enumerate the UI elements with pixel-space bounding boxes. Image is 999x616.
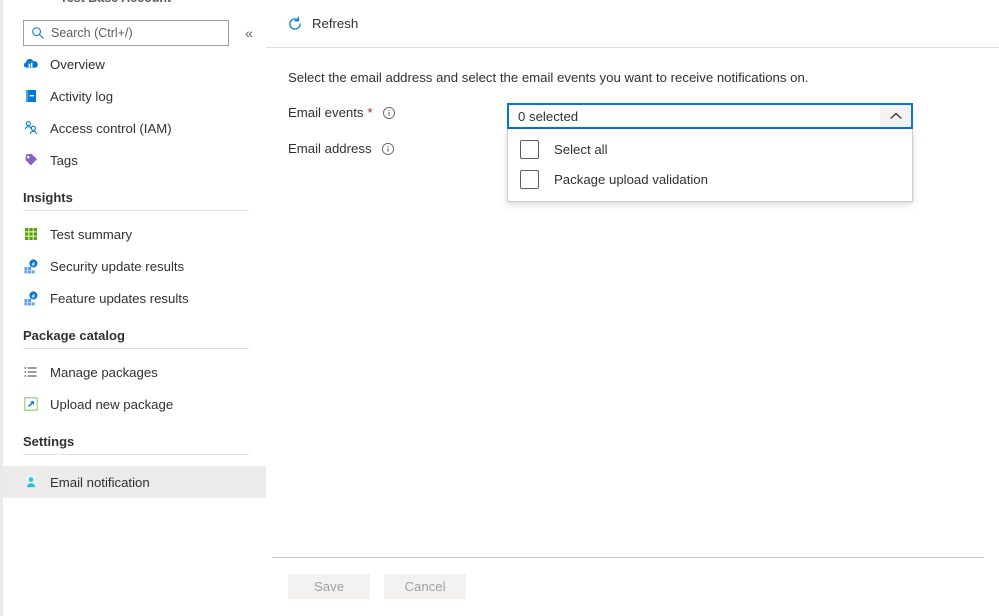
footer-actions: Save Cancel [288, 574, 466, 599]
blade-content: Refresh Select the email address and sel… [266, 0, 999, 616]
dropdown-option-label: Select all [554, 141, 608, 157]
sidebar-section-insights-items: Test summary Security update results Fea… [3, 218, 266, 314]
sidebar-item-tags[interactable]: Tags [3, 144, 266, 176]
info-icon[interactable] [381, 142, 395, 156]
sidebar-item-security-update-results[interactable]: Security update results [3, 250, 266, 282]
access-control-people-icon [24, 120, 37, 135]
sidebar-item-overview[interactable]: Overview [3, 48, 266, 80]
blade-title: Test Base Account [60, 0, 171, 2]
refresh-icon [289, 16, 301, 30]
search-icon [32, 26, 44, 39]
email-events-label-group: Email events * [288, 103, 507, 120]
sidebar-search-row: « [3, 0, 266, 48]
sidebar-item-label: Manage packages [50, 364, 158, 380]
search-box[interactable] [23, 19, 229, 46]
cancel-button[interactable]: Cancel [384, 574, 466, 599]
activity-log-book-icon [26, 90, 36, 102]
sidebar-top-nav: Overview Activity log Access control (IA… [3, 48, 266, 176]
sidebar-item-label: Security update results [50, 258, 185, 274]
tags-icon [25, 153, 37, 166]
sidebar-item-access-control[interactable]: Access control (IAM) [3, 112, 266, 144]
save-button[interactable]: Save [288, 574, 370, 599]
sidebar-item-test-summary[interactable]: Test summary [3, 218, 266, 250]
email-events-dropdown: 0 selected Select all Package upload val… [507, 103, 913, 202]
sidebar-item-email-notification[interactable]: Email notification [3, 466, 266, 498]
feature-updates-results-icon [24, 291, 38, 306]
content-toolbar: Refresh [266, 0, 999, 48]
refresh-button[interactable]: Refresh [279, 8, 366, 40]
manage-packages-list-icon [24, 367, 37, 377]
section-title: Settings [23, 434, 75, 449]
sidebar-item-label: Feature updates results [50, 290, 189, 306]
security-update-results-icon [24, 259, 38, 274]
test-summary-grid-icon [25, 228, 37, 240]
email-events-dropdown-panel: Select all Package upload validation [507, 129, 913, 202]
dropdown-option-label: Package upload validation [554, 171, 708, 187]
collapse-sidebar-chevron-icon[interactable]: « [240, 24, 258, 42]
info-icon[interactable] [382, 106, 396, 120]
sidebar-item-upload-new-package[interactable]: Upload new package [3, 388, 266, 420]
email-notification-contact-icon [25, 475, 37, 489]
dropdown-option-package-upload-validation[interactable]: Package upload validation [508, 164, 912, 194]
sidebar-item-activity-log[interactable]: Activity log [3, 80, 266, 112]
email-events-dropdown-toggle[interactable]: 0 selected [507, 103, 913, 129]
required-marker: * [367, 105, 373, 120]
email-notification-form: Select the email address and select the … [266, 48, 999, 202]
chevron-up-icon[interactable] [880, 105, 911, 127]
section-title: Package catalog [23, 328, 125, 343]
refresh-button-label: Refresh [312, 16, 359, 31]
sidebar-section-package-catalog-items: Manage packages Upload new package [3, 356, 266, 420]
sidebar-section-insights-header: Insights [3, 190, 266, 211]
sidebar-section-package-catalog-header: Package catalog [3, 328, 266, 349]
sidebar-item-label: Email notification [50, 474, 150, 490]
email-address-label-group: Email address [288, 139, 507, 156]
search-input[interactable] [51, 25, 216, 40]
footer-divider [272, 557, 984, 558]
package-upload-validation-checkbox[interactable] [520, 169, 539, 189]
email-events-label: Email events [288, 105, 364, 120]
upload-new-package-icon [24, 397, 38, 411]
email-address-label: Email address [288, 141, 372, 156]
form-description: Select the email address and select the … [288, 70, 809, 85]
sidebar-item-label: Activity log [50, 88, 114, 104]
field-email-events: Email events * 0 selected Select all Pac… [288, 103, 999, 202]
overview-cloud-icon [23, 59, 38, 68]
dropdown-option-select-all[interactable]: Select all [508, 134, 912, 164]
chevron-up-glyph [889, 112, 902, 119]
sidebar-item-label: Test summary [50, 226, 133, 242]
section-title: Insights [23, 190, 73, 205]
sidebar-item-label: Access control (IAM) [50, 120, 172, 136]
sidebar-item-manage-packages[interactable]: Manage packages [3, 356, 266, 388]
sidebar-item-label: Tags [50, 152, 78, 168]
sidebar-section-settings-header: Settings [3, 434, 266, 455]
sidebar-item-label: Upload new package [50, 396, 174, 412]
sidebar-section-settings-items: Email notification [3, 466, 266, 498]
email-events-dropdown-value: 0 selected [518, 108, 579, 124]
azure-portal-blade: Test Base Account « Overview [0, 0, 999, 616]
sidebar-item-feature-updates-results[interactable]: Feature updates results [3, 282, 266, 314]
sidebar-item-label: Overview [50, 56, 105, 72]
blade-sidebar: Test Base Account « Overview [0, 0, 266, 616]
select-all-checkbox[interactable] [520, 139, 539, 159]
